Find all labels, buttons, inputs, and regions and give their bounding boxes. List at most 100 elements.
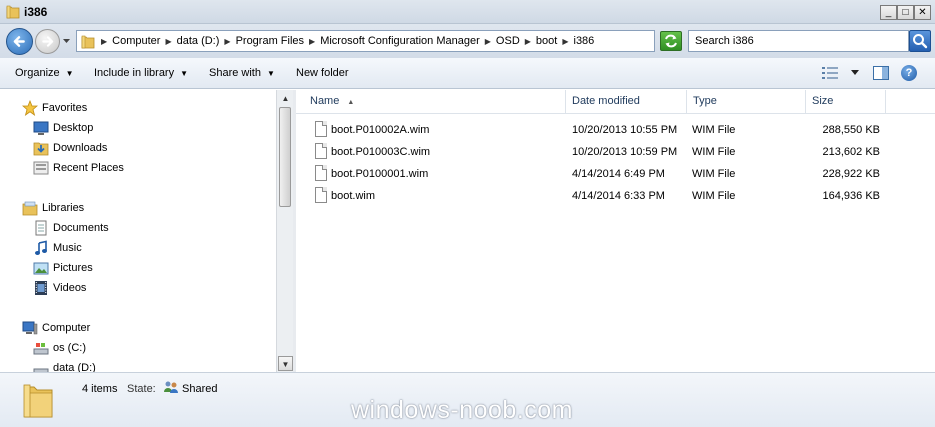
maximize-button[interactable]: □ bbox=[897, 5, 914, 20]
folder-icon bbox=[23, 384, 53, 418]
breadcrumb-separator-icon[interactable]: ▶ bbox=[560, 35, 570, 49]
file-row[interactable]: boot.P0100001.wim 4/14/2014 6:49 PM WIM … bbox=[296, 163, 935, 185]
breadcrumb-separator-icon[interactable]: ▶ bbox=[163, 35, 173, 49]
search-icon bbox=[913, 34, 928, 49]
column-header-type[interactable]: Type bbox=[687, 90, 806, 114]
desktop-icon bbox=[33, 121, 49, 135]
explorer-window: i386 _ □ ✕ ▶ Computer ▶ data (D:) ▶ Prog… bbox=[0, 0, 935, 427]
breadcrumb-separator-icon[interactable]: ▶ bbox=[307, 35, 317, 49]
file-date-modified: 4/14/2014 6:49 PM bbox=[572, 168, 665, 180]
include-in-library-label: Include in library bbox=[94, 67, 175, 79]
nav-label: Pictures bbox=[53, 262, 93, 274]
breadcrumb-separator-icon[interactable]: ▶ bbox=[483, 35, 493, 49]
file-date-modified: 10/20/2013 10:59 PM bbox=[572, 146, 678, 158]
nav-label: Music bbox=[53, 242, 82, 254]
file-size: 213,602 KB bbox=[822, 146, 881, 158]
file-name: boot.P0100001.wim bbox=[331, 168, 429, 180]
file-list: Name ▲ Date modified Type Size boot.P0100… bbox=[296, 90, 935, 372]
close-button[interactable]: ✕ bbox=[914, 5, 931, 20]
scroll-up-icon[interactable]: ▲ bbox=[278, 91, 293, 106]
recent-pages-dropdown-icon[interactable] bbox=[62, 36, 71, 45]
nav-item-pictures[interactable]: Pictures bbox=[33, 260, 93, 276]
include-in-library-button[interactable]: Include in library ▼ bbox=[94, 67, 188, 79]
refresh-button[interactable] bbox=[660, 31, 682, 51]
column-header-date-modified[interactable]: Date modified bbox=[566, 90, 687, 114]
file-name: boot.P010002A.wim bbox=[331, 124, 430, 136]
navigation-pane-scrollbar[interactable]: ▲ ▼ bbox=[276, 90, 293, 372]
breadcrumb-data-d[interactable]: data (D:) bbox=[174, 35, 223, 49]
breadcrumb-configuration-manager[interactable]: Microsoft Configuration Manager bbox=[317, 35, 483, 49]
breadcrumb-i386[interactable]: i386 bbox=[571, 35, 598, 49]
folder-icon bbox=[6, 5, 20, 19]
share-with-button[interactable]: Share with ▼ bbox=[209, 67, 275, 79]
organize-label: Organize bbox=[15, 67, 60, 79]
minimize-button[interactable]: _ bbox=[880, 5, 897, 20]
videos-icon bbox=[35, 281, 47, 295]
breadcrumb-boot[interactable]: boot bbox=[533, 35, 560, 49]
nav-item-os-c[interactable]: os (C:) bbox=[33, 340, 86, 356]
state-label: State: bbox=[127, 383, 156, 395]
nav-item-favorites[interactable]: Favorites bbox=[22, 100, 87, 116]
nav-label: Documents bbox=[53, 222, 109, 234]
nav-item-music[interactable]: Music bbox=[33, 240, 82, 256]
column-label: Type bbox=[693, 95, 717, 107]
drive-icon bbox=[33, 343, 49, 355]
back-arrow-icon bbox=[13, 36, 25, 47]
computer-icon bbox=[22, 321, 38, 335]
file-size: 164,936 KB bbox=[822, 190, 881, 202]
new-folder-button[interactable]: New folder bbox=[296, 67, 349, 79]
file-icon bbox=[315, 165, 327, 181]
nav-item-videos[interactable]: Videos bbox=[33, 280, 86, 296]
libraries-icon bbox=[22, 201, 38, 216]
column-header-size[interactable]: Size bbox=[806, 90, 886, 114]
breadcrumb-osd[interactable]: OSD bbox=[493, 35, 523, 49]
search-button[interactable] bbox=[909, 30, 931, 52]
nav-label: Favorites bbox=[42, 102, 88, 114]
nav-item-data-d[interactable]: data (D:) bbox=[33, 360, 96, 372]
pictures-icon bbox=[33, 262, 49, 275]
search-placeholder: Search i386 bbox=[695, 35, 754, 47]
state-value: Shared bbox=[182, 383, 218, 395]
nav-item-documents[interactable]: Documents bbox=[33, 220, 109, 236]
star-icon bbox=[22, 100, 38, 116]
back-button[interactable] bbox=[6, 28, 33, 55]
forward-button[interactable] bbox=[35, 29, 60, 54]
breadcrumb-separator-icon[interactable]: ▶ bbox=[523, 35, 533, 49]
file-row[interactable]: boot.wim 4/14/2014 6:33 PM WIM File 164,… bbox=[296, 185, 935, 207]
sort-ascending-icon: ▲ bbox=[347, 99, 355, 106]
breadcrumb-program-files[interactable]: Program Files bbox=[233, 35, 307, 49]
nav-label: Recent Places bbox=[53, 162, 124, 174]
navigation-bar: ▶ Computer ▶ data (D:) ▶ Program Files ▶… bbox=[0, 24, 935, 58]
downloads-icon bbox=[33, 142, 49, 156]
breadcrumb-computer[interactable]: Computer bbox=[109, 35, 163, 49]
scrollbar-thumb[interactable] bbox=[279, 107, 291, 207]
column-header-blank[interactable] bbox=[886, 90, 935, 114]
change-view-icon[interactable] bbox=[822, 67, 838, 79]
file-row[interactable]: boot.P010002A.wim 10/20/2013 10:55 PM WI… bbox=[296, 119, 935, 141]
help-icon[interactable]: ? bbox=[901, 65, 917, 81]
file-row[interactable]: boot.P010003C.wim 10/20/2013 10:59 PM WI… bbox=[296, 141, 935, 163]
breadcrumb-separator-icon[interactable]: ▶ bbox=[222, 35, 232, 49]
preview-pane-icon[interactable] bbox=[873, 66, 889, 80]
title-bar[interactable]: i386 _ □ ✕ bbox=[0, 0, 935, 24]
view-options-dropdown-icon[interactable] bbox=[851, 70, 859, 76]
scroll-down-icon[interactable]: ▼ bbox=[278, 356, 293, 371]
nav-label: Desktop bbox=[53, 122, 94, 134]
chevron-down-icon: ▼ bbox=[65, 69, 74, 78]
documents-icon bbox=[35, 220, 47, 236]
breadcrumb-separator-icon[interactable]: ▶ bbox=[99, 35, 109, 49]
column-label: Size bbox=[812, 95, 834, 107]
nav-item-desktop[interactable]: Desktop bbox=[33, 120, 93, 136]
nav-item-recent-places[interactable]: Recent Places bbox=[33, 160, 124, 176]
nav-label: Videos bbox=[53, 282, 87, 294]
address-bar[interactable]: ▶ Computer ▶ data (D:) ▶ Program Files ▶… bbox=[76, 30, 725, 52]
window-title: i386 bbox=[24, 5, 48, 19]
new-folder-label: New folder bbox=[296, 67, 349, 79]
search-input[interactable]: Search i386 bbox=[688, 30, 909, 52]
nav-item-downloads[interactable]: Downloads bbox=[33, 140, 107, 156]
column-header-name[interactable]: Name ▲ bbox=[296, 90, 566, 114]
organize-button[interactable]: Organize ▼ bbox=[15, 67, 74, 79]
nav-item-libraries[interactable]: Libraries bbox=[22, 200, 84, 216]
refresh-icon bbox=[665, 34, 677, 48]
nav-item-computer[interactable]: Computer bbox=[22, 320, 90, 336]
